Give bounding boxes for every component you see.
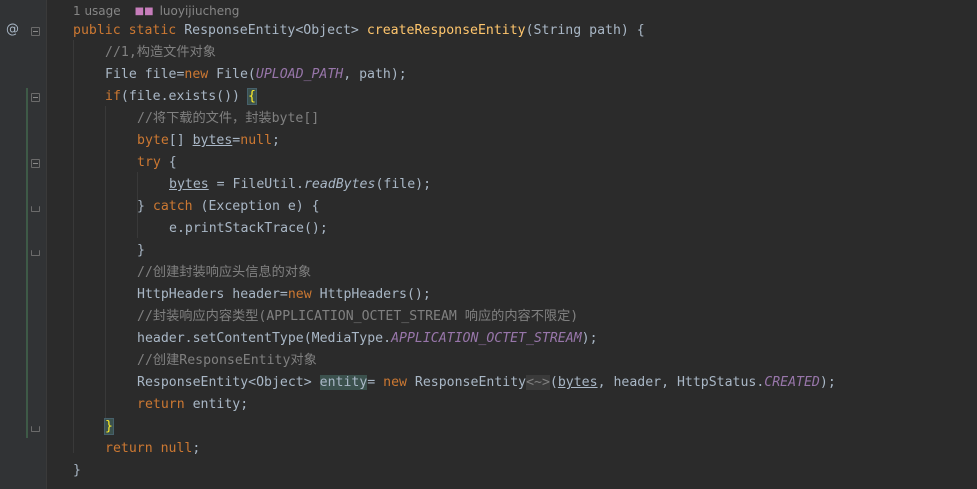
code-line-8[interactable]: bytes = FileUtil.readBytes(file); — [169, 174, 431, 196]
keyword: if — [105, 89, 121, 104]
variable: bytes — [169, 177, 209, 192]
constant: APPLICATION_OCTET_STREAM — [391, 331, 582, 346]
code-line-14[interactable]: //封装响应内容类型(APPLICATION_OCTET_STREAM 响应的内… — [137, 306, 578, 328]
indent-guide — [73, 40, 74, 453]
author-icon: ■■ — [134, 5, 154, 17]
keyword: public — [73, 23, 121, 38]
code-text: File file= — [105, 67, 185, 82]
fold-catch-end-icon[interactable] — [31, 250, 40, 256]
code-text: ); — [581, 331, 598, 346]
params: (String path) { — [525, 23, 645, 38]
keyword: return — [105, 441, 153, 456]
code-line-7[interactable]: try { — [137, 152, 177, 174]
variable: bytes — [192, 133, 233, 148]
code-text: (file); — [375, 177, 432, 192]
keyword: catch — [152, 199, 193, 214]
diamond-fold[interactable]: <~> — [526, 375, 550, 390]
fold-if-icon[interactable] — [31, 93, 40, 102]
code-line-4[interactable]: if(file.exists()) { — [105, 86, 257, 108]
comment: //将下载的文件，封装byte[] — [137, 111, 320, 126]
code-line-16[interactable]: //创建ResponseEntity对象 — [137, 350, 317, 372]
code-line-17[interactable]: ResponseEntity<Object> entity= new Respo… — [137, 372, 836, 394]
code-text: { — [160, 155, 177, 170]
code-line-11[interactable]: } — [137, 240, 145, 262]
code-line-19[interactable]: } — [104, 416, 114, 438]
indent-guide — [105, 106, 106, 418]
code-line-20[interactable]: return null; — [105, 438, 200, 460]
code-text: } — [137, 243, 145, 258]
code-text: ; — [272, 133, 280, 148]
code-text: = — [367, 375, 384, 390]
code-text: ResponseEntity<Object> — [137, 375, 320, 390]
code-line-10[interactable]: e.printStackTrace(); — [169, 218, 328, 240]
code-text: ( — [549, 375, 558, 390]
editor-gutter: @ — [0, 0, 46, 489]
vcs-change-bar[interactable] — [26, 88, 28, 438]
code-line-15[interactable]: header.setContentType(MediaType.APPLICAT… — [137, 328, 598, 350]
matched-brace: } — [104, 418, 114, 435]
keyword: byte — [137, 133, 169, 148]
keyword: return — [137, 397, 185, 412]
code-line-2[interactable]: //1,构造文件对象 — [105, 42, 216, 64]
code-text: header.setContentType(MediaType. — [137, 331, 392, 346]
fold-try-icon[interactable] — [31, 159, 40, 168]
fold-if-end-icon[interactable] — [31, 426, 40, 432]
code-text: , header, HttpStatus. — [597, 375, 765, 390]
keyword: null — [160, 441, 193, 456]
code-line-21[interactable]: } — [73, 460, 81, 482]
code-line-6[interactable]: byte[] bytes=null; — [137, 130, 280, 152]
code-line-1[interactable]: public static ResponseEntity<Object> cre… — [73, 20, 645, 42]
code-text: ResponseEntity — [406, 375, 527, 390]
code-text: ; — [192, 441, 201, 456]
code-line-18[interactable]: return entity; — [137, 394, 248, 416]
keyword: new — [184, 67, 209, 82]
static-call: readBytes — [303, 177, 376, 192]
return-type: ResponseEntity<Object> — [184, 23, 359, 38]
code-line-9[interactable]: } catch (Exception e) { — [137, 196, 320, 218]
keyword: try — [137, 155, 161, 170]
code-text: (file.exists()) — [120, 89, 248, 104]
keyword: static — [128, 23, 177, 38]
code-text: } — [137, 199, 153, 214]
code-line-5[interactable]: //将下载的文件，封装byte[] — [137, 108, 319, 130]
code-text: HttpHeaders(); — [311, 287, 431, 302]
code-line-12[interactable]: //创建封装响应头信息的对象 — [137, 262, 311, 284]
author-name[interactable]: luoyijiucheng — [160, 4, 240, 18]
code-text: } — [73, 463, 81, 478]
code-vision-hint[interactable]: 1 usage ■■ luoyijiucheng — [73, 3, 239, 19]
constant: CREATED — [764, 375, 820, 390]
override-marker-icon[interactable]: @ — [6, 22, 22, 38]
code-line-3[interactable]: File file=new File(UPLOAD_PATH, path); — [105, 64, 407, 86]
code-text: , path); — [343, 67, 407, 82]
keyword: new — [287, 287, 312, 302]
keyword: null — [240, 133, 273, 148]
code-text: ); — [819, 375, 836, 390]
comment: //封装响应内容类型(APPLICATION_OCTET_STREAM 响应的内… — [137, 309, 579, 324]
code-text: (Exception e) { — [192, 199, 320, 214]
code-text: = FileUtil. — [208, 177, 304, 192]
method-name: createResponseEntity — [366, 23, 526, 38]
usages-count[interactable]: 1 usage — [73, 4, 121, 18]
code-text: HttpHeaders header= — [137, 287, 288, 302]
keyword: new — [383, 375, 407, 390]
code-text: e.printStackTrace(); — [169, 221, 328, 236]
comment: //创建ResponseEntity对象 — [137, 353, 317, 368]
code-text: entity; — [184, 397, 249, 412]
comment: //创建封装响应头信息的对象 — [137, 265, 312, 280]
constant: UPLOAD_PATH — [255, 67, 344, 82]
highlighted-variable: entity — [319, 375, 368, 390]
gutter-separator — [46, 0, 47, 489]
code-text: [] — [168, 133, 193, 148]
variable: bytes — [557, 375, 598, 390]
code-line-13[interactable]: HttpHeaders header=new HttpHeaders(); — [137, 284, 431, 306]
code-text: File( — [208, 67, 256, 82]
fold-method-icon[interactable] — [31, 27, 40, 36]
fold-try-end-icon[interactable] — [31, 206, 40, 212]
comment: //1,构造文件对象 — [105, 45, 216, 60]
matched-brace: { — [246, 88, 257, 105]
